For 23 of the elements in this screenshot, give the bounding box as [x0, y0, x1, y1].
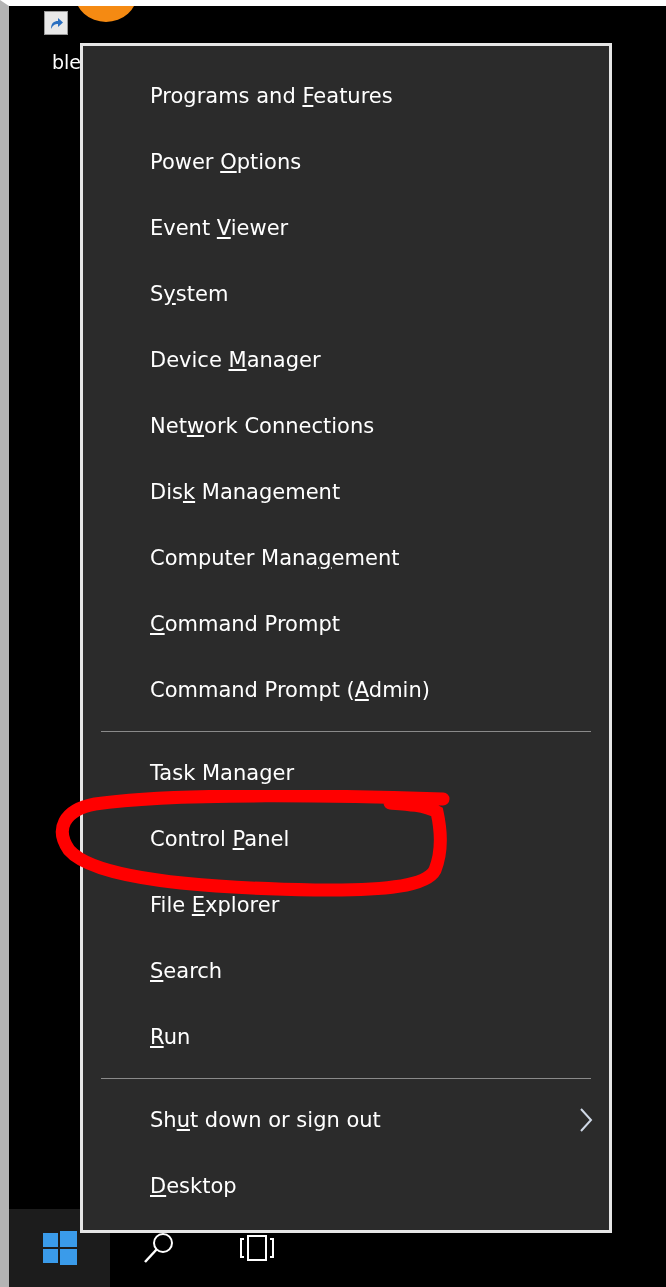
menu-item[interactable]: Power Options [83, 129, 609, 195]
shortcut-icon[interactable] [44, 11, 68, 35]
menu-item[interactable]: Network Connections [83, 393, 609, 459]
windows-logo-icon [42, 1231, 77, 1265]
menu-item[interactable]: Device Manager [83, 327, 609, 393]
menu-item[interactable]: Task Manager [83, 740, 609, 806]
menu-item[interactable]: File Explorer [83, 872, 609, 938]
menu-item[interactable]: Search [83, 938, 609, 1004]
menu-item[interactable]: Command Prompt [83, 591, 609, 657]
desktop-icon-label: ble [52, 51, 82, 73]
menu-item[interactable]: Event Viewer [83, 195, 609, 261]
start-button[interactable] [9, 1209, 110, 1287]
menu-item[interactable]: Shut down or sign out [83, 1087, 609, 1153]
menu-item[interactable]: Disk Management [83, 459, 609, 525]
task-view-icon [237, 1233, 277, 1263]
menu-item[interactable]: Run [83, 1004, 609, 1070]
menu-item[interactable]: System [83, 261, 609, 327]
search-icon [142, 1231, 176, 1265]
menu-item[interactable]: Desktop [83, 1153, 609, 1219]
menu-item[interactable]: Command Prompt (Admin) [83, 657, 609, 723]
menu-item[interactable]: Computer Management [83, 525, 609, 591]
menu-item[interactable]: Programs and Features [83, 63, 609, 129]
menu-item[interactable]: Control Panel [83, 806, 609, 872]
